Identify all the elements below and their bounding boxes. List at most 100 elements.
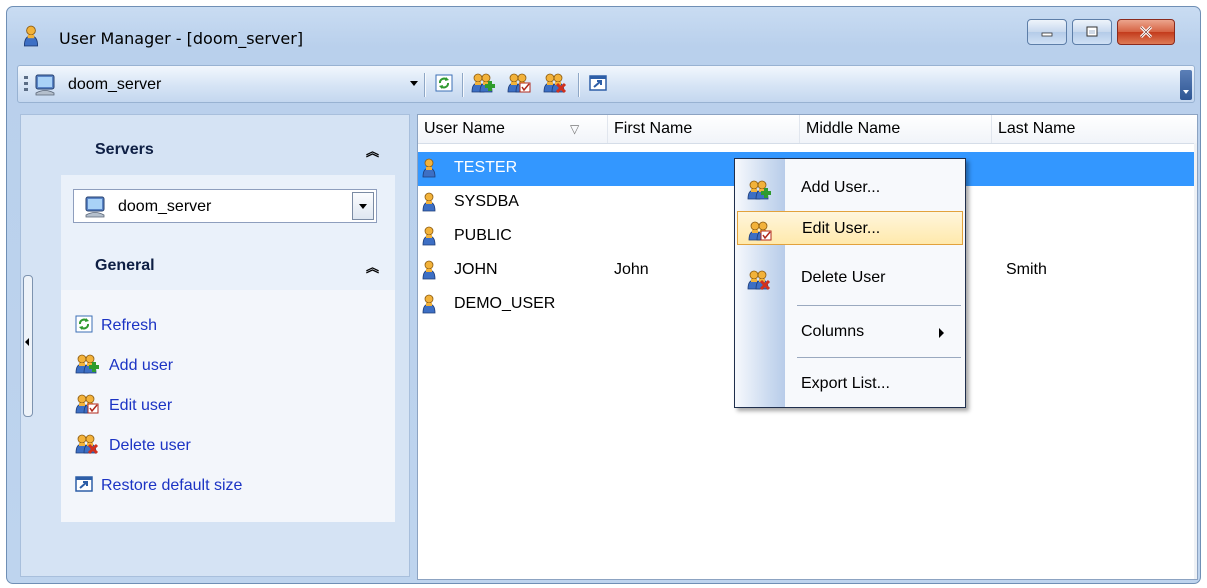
sort-indicator-icon: ▽ <box>570 122 580 136</box>
column-header-last-name[interactable]: Last Name <box>992 115 1197 143</box>
nav-add-user[interactable]: Add user <box>75 352 173 380</box>
context-menu-export-list[interactable]: Export List... <box>737 367 963 401</box>
user-icon <box>422 260 436 285</box>
minimize-icon <box>1028 20 1066 44</box>
minimize-button[interactable] <box>1027 19 1067 45</box>
toolbar-add-user-button[interactable] <box>471 72 497 99</box>
grid-header: User Name ▽ First Name Middle Name Last … <box>418 115 1197 144</box>
cell-user-name: PUBLIC <box>454 227 512 244</box>
column-header-first-name[interactable]: First Name <box>608 115 800 143</box>
delete-user-icon <box>747 269 773 296</box>
maximize-icon <box>1073 20 1111 44</box>
toolbar-separator <box>424 73 426 97</box>
chevron-down-icon <box>1183 90 1189 94</box>
column-last-name-label: Last Name <box>998 120 1076 137</box>
cell-user-name: SYSDBA <box>454 193 519 210</box>
toolbar-server-value: doom_server <box>68 76 162 93</box>
navigation-bar: Servers ︽ doom_server General ︽ Refresh <box>20 114 410 577</box>
collapse-sidebar-button[interactable] <box>23 275 33 417</box>
toolbar-overflow-button[interactable] <box>1180 70 1192 100</box>
toolbar-separator <box>578 73 580 97</box>
chevron-down-icon[interactable] <box>410 81 418 86</box>
column-middle-name-label: Middle Name <box>806 120 901 137</box>
general-section-title: General <box>95 257 155 274</box>
server-icon <box>84 196 106 223</box>
user-manager-icon <box>23 25 39 52</box>
cell-user-name: TESTER <box>454 159 518 176</box>
column-user-name-label: User Name <box>424 120 505 137</box>
submenu-arrow-icon <box>939 328 944 338</box>
toolbar-separator <box>462 73 464 97</box>
toolbar-restore-size-button[interactable] <box>586 73 610 97</box>
toolbar-grip[interactable] <box>24 76 28 94</box>
nav-add-user-label: Add user <box>109 357 174 374</box>
nav-edit-user-label: Edit user <box>109 397 173 414</box>
cell-first-name: John <box>614 261 649 278</box>
title-bar[interactable]: User Manager - [doom_server] <box>7 7 1200 59</box>
edit-user-icon <box>748 220 774 247</box>
toolbar-server-combo[interactable]: doom_server <box>32 72 427 98</box>
server-select-value: doom_server <box>118 198 212 215</box>
context-menu-separator <box>797 305 961 306</box>
delete-user-icon <box>543 72 569 99</box>
column-header-middle-name[interactable]: Middle Name <box>800 115 992 143</box>
nav-refresh-label: Refresh <box>101 317 158 334</box>
chevron-down-icon <box>359 204 367 209</box>
main-toolbar: doom_server <box>17 65 1195 103</box>
user-icon <box>422 226 436 251</box>
cell-user-name: DEMO_USER <box>454 295 556 312</box>
add-user-icon <box>75 353 101 380</box>
server-select[interactable]: doom_server <box>73 189 377 223</box>
context-menu-add-user-label: Add User... <box>801 179 881 196</box>
delete-user-icon <box>75 433 101 460</box>
user-icon <box>422 192 436 217</box>
toolbar-edit-user-button[interactable] <box>507 72 533 99</box>
double-chevron-up-icon[interactable]: ︽ <box>366 257 379 276</box>
nav-restore-default-size[interactable]: Restore default size <box>75 472 242 500</box>
context-menu-delete-user-label: Delete User <box>801 269 886 286</box>
user-icon <box>422 158 436 183</box>
restore-size-icon <box>75 475 93 498</box>
nav-edit-user[interactable]: Edit user <box>75 392 172 420</box>
user-manager-window: User Manager - [doom_server] doom_server <box>6 6 1201 584</box>
add-user-icon <box>471 72 497 99</box>
cell-last-name: Smith <box>1006 261 1047 278</box>
general-section-header[interactable]: General ︽ <box>61 245 401 289</box>
context-menu-delete-user[interactable]: Delete User <box>737 261 963 295</box>
edit-user-icon <box>75 393 101 420</box>
vertical-scrollbar[interactable] <box>1194 143 1197 579</box>
cell-user-name: JOHN <box>454 261 498 278</box>
nav-restore-default-size-label: Restore default size <box>101 477 243 494</box>
context-menu-add-user[interactable]: Add User... <box>737 171 963 205</box>
user-icon <box>422 294 436 319</box>
nav-refresh[interactable]: Refresh <box>75 312 157 340</box>
restore-size-icon <box>589 74 607 97</box>
toolbar-delete-user-button[interactable] <box>543 72 569 99</box>
close-icon <box>1118 20 1174 44</box>
context-menu-columns[interactable]: Columns <box>737 315 963 349</box>
double-chevron-up-icon[interactable]: ︽ <box>366 141 379 160</box>
window-title: User Manager - [doom_server] <box>59 29 304 48</box>
context-menu-edit-user[interactable]: Edit User... <box>737 211 963 245</box>
context-menu-edit-user-label: Edit User... <box>802 220 881 237</box>
server-icon <box>34 74 56 101</box>
servers-section-header[interactable]: Servers ︽ <box>61 129 401 173</box>
server-select-dropdown[interactable] <box>352 192 374 220</box>
maximize-button[interactable] <box>1072 19 1112 45</box>
close-button[interactable] <box>1117 19 1175 45</box>
context-menu-columns-label: Columns <box>801 323 865 340</box>
nav-delete-user[interactable]: Delete user <box>75 432 191 460</box>
add-user-icon <box>747 179 773 206</box>
column-first-name-label: First Name <box>614 120 693 137</box>
servers-section-title: Servers <box>95 141 154 158</box>
nav-delete-user-label: Delete user <box>109 437 191 454</box>
context-menu: Add User... Edit User... Delete User Col… <box>734 158 966 408</box>
chevron-left-icon <box>25 338 29 346</box>
refresh-icon <box>435 74 453 97</box>
edit-user-icon <box>507 72 533 99</box>
toolbar-refresh-button[interactable] <box>432 73 456 97</box>
column-header-user-name[interactable]: User Name ▽ <box>418 115 608 143</box>
general-section: Refresh Add user Edit user Delete user R… <box>61 290 395 522</box>
context-menu-separator <box>797 357 961 358</box>
context-menu-export-list-label: Export List... <box>801 375 890 392</box>
